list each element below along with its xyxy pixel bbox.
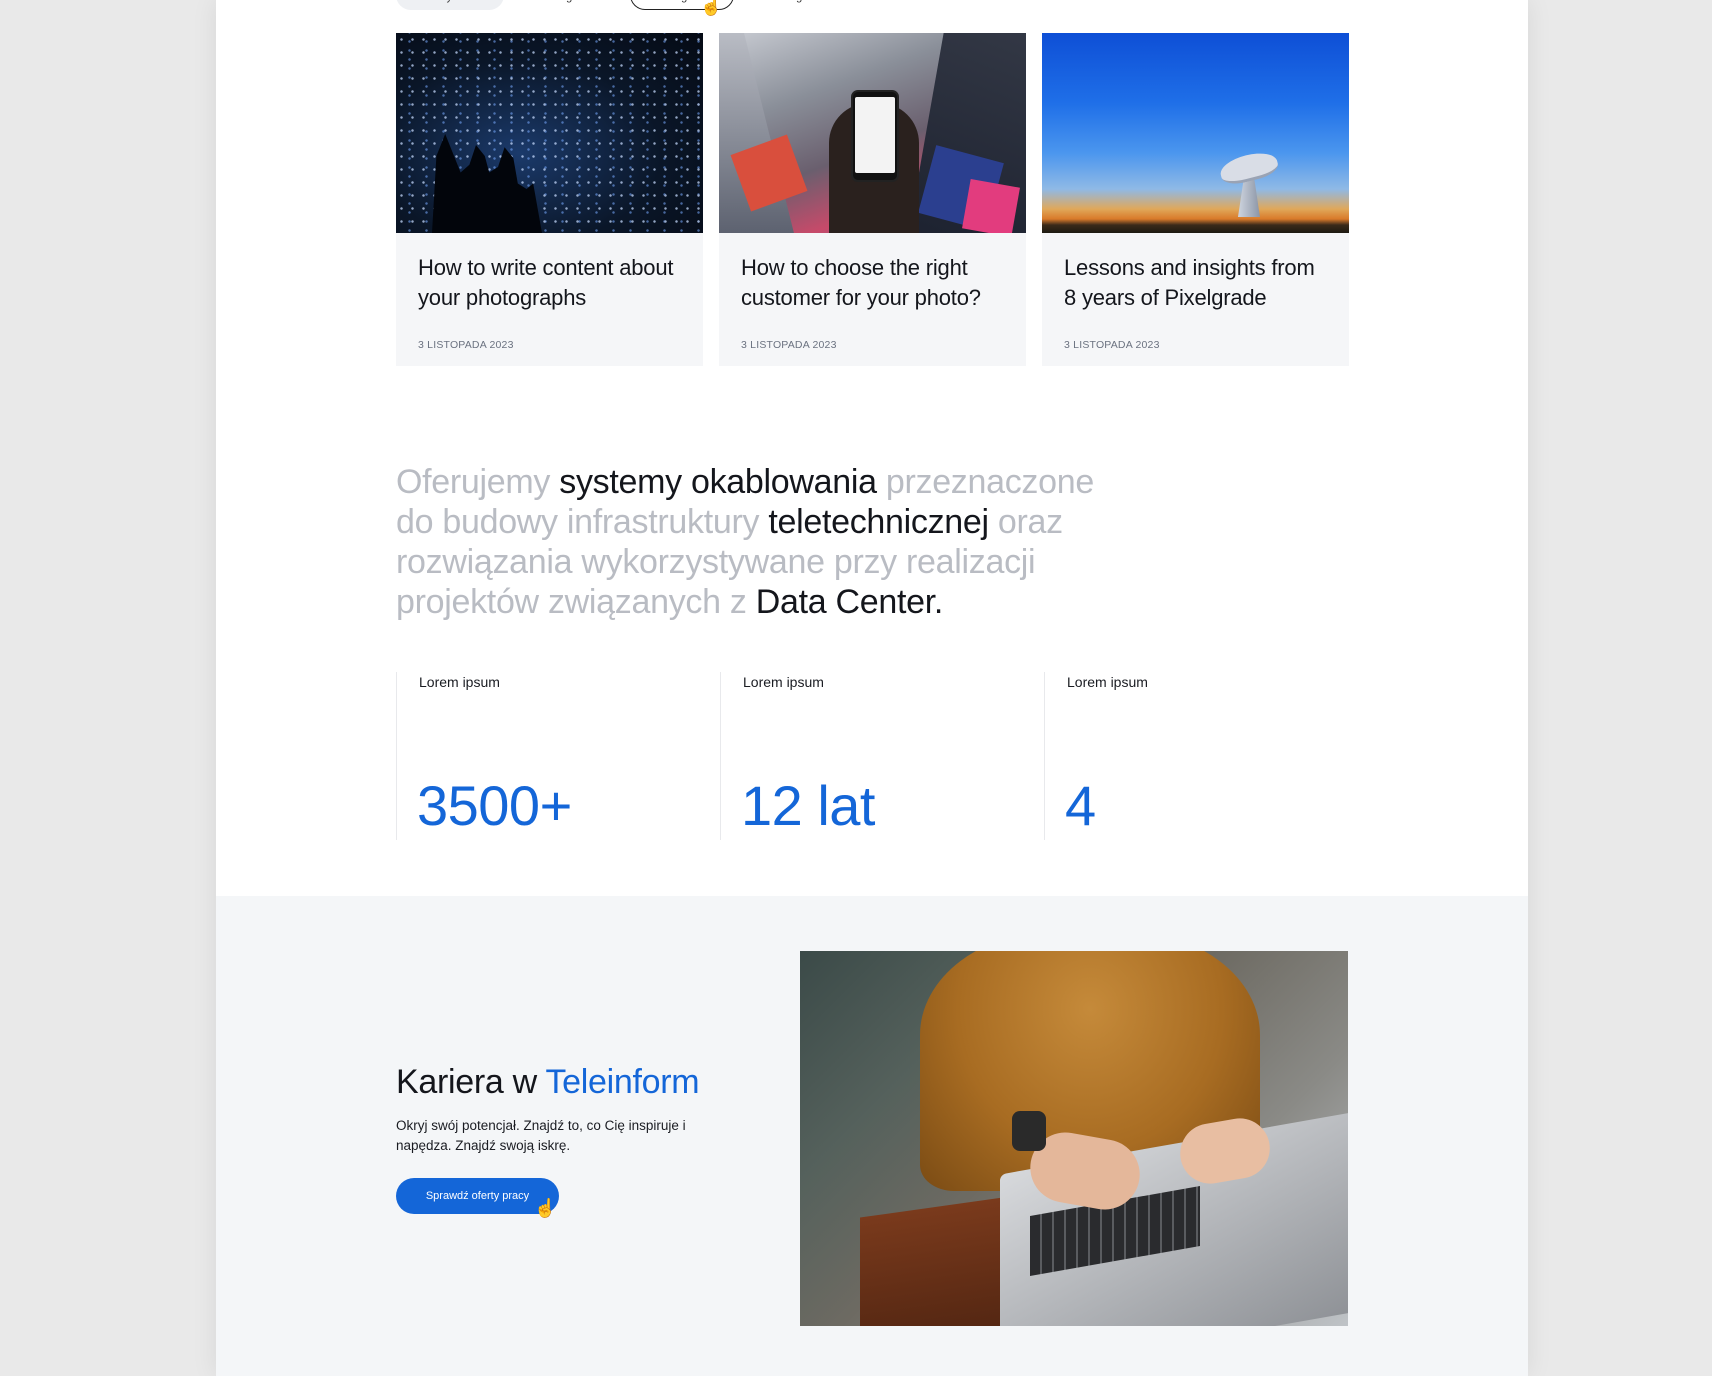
filter-tab-all[interactable]: Wszystkie	[396, 0, 504, 10]
stat-item: Lorem ipsum 3500+	[396, 672, 720, 840]
stat-value: 4	[1065, 774, 1096, 837]
statement-highlight: systemy okablowania	[559, 463, 877, 501]
post-date: 3 LISTOPADA 2023	[741, 339, 837, 351]
stat-value: 3500+	[417, 774, 572, 837]
post-date: 3 LISTOPADA 2023	[418, 339, 514, 351]
company-statement: Oferujemy systemy okablowania przeznaczo…	[396, 462, 1116, 622]
stat-item: Lorem ipsum 12 lat	[720, 672, 1044, 840]
filter-tab-category-3[interactable]: Kategoria	[734, 0, 860, 10]
post-card[interactable]: How to choose the right customer for you…	[719, 33, 1026, 366]
post-title: How to choose the right customer for you…	[741, 255, 981, 310]
career-heading-prefix: Kariera w	[396, 1063, 546, 1101]
career-section: Kariera w Teleinform Okryj swój potencja…	[216, 896, 1528, 1376]
post-title: How to write content about your photogra…	[418, 255, 674, 310]
pointer-cursor-icon: ☝	[534, 1198, 557, 1218]
post-card[interactable]: Lessons and insights from 8 years of Pix…	[1042, 33, 1349, 366]
filter-tab-category-1[interactable]: Kategoria	[504, 0, 630, 10]
statement-highlight: Data Center.	[755, 583, 944, 621]
post-image-light-installation	[396, 33, 703, 233]
statement-text: Oferujemy	[396, 463, 560, 501]
career-heading: Kariera w Teleinform	[396, 1062, 700, 1102]
stat-label: Lorem ipsum	[1067, 674, 1148, 690]
post-card[interactable]: How to write content about your photogra…	[396, 33, 703, 366]
post-image-phone-city	[719, 33, 1026, 233]
stat-label: Lorem ipsum	[743, 674, 824, 690]
category-filter-tabs: Wszystkie Kategoria Kategoria Kategoria	[396, 0, 860, 10]
post-title: Lessons and insights from 8 years of Pix…	[1064, 255, 1315, 310]
post-cards: How to write content about your photogra…	[396, 33, 1349, 366]
career-heading-brand: Teleinform	[545, 1063, 700, 1101]
stat-value: 12 lat	[741, 774, 876, 837]
pointer-cursor-icon: ☝	[700, 0, 723, 16]
stat-label: Lorem ipsum	[419, 674, 500, 690]
career-description: Okryj swój potencjał. Znajdź to, co Cię …	[396, 1118, 686, 1153]
statement-highlight: teletechnicznej	[768, 503, 989, 541]
career-photo-laptop	[800, 951, 1348, 1326]
stats-row: Lorem ipsum 3500+ Lorem ipsum 12 lat Lor…	[396, 672, 1368, 840]
post-date: 3 LISTOPADA 2023	[1064, 339, 1160, 351]
stat-item: Lorem ipsum 4	[1044, 672, 1368, 840]
page-container: Wszystkie Kategoria Kategoria Kategoria …	[216, 0, 1528, 1376]
post-image-radio-telescope	[1042, 33, 1349, 233]
